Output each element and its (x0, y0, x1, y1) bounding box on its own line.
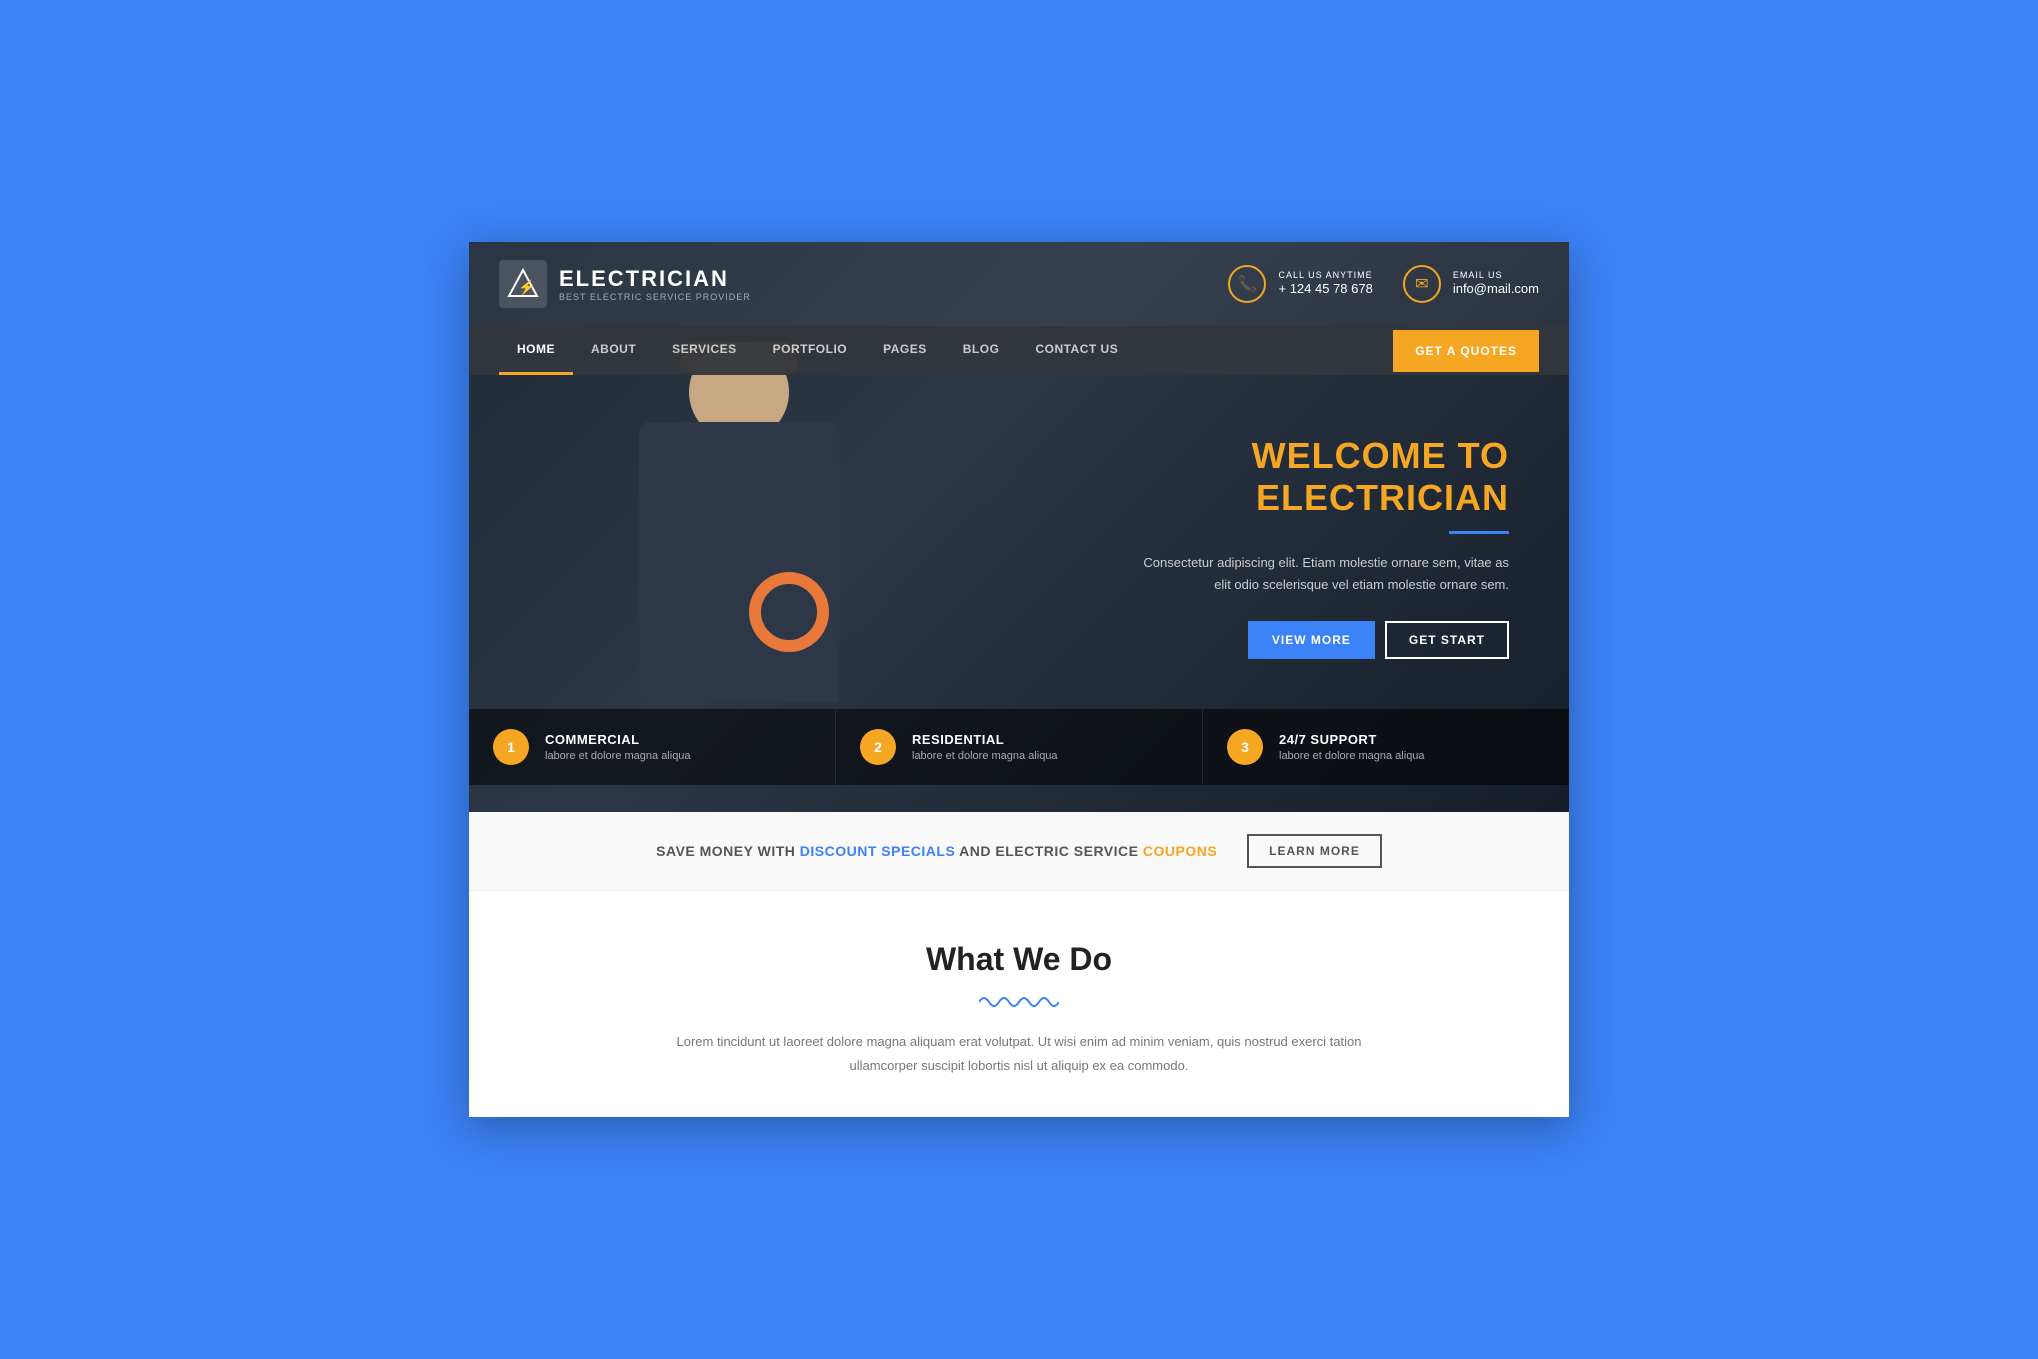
nav-cta-link[interactable]: GET A QUOTES (1393, 330, 1539, 372)
feature-num-3: 3 (1227, 729, 1263, 765)
header-contacts: 📞 CALL US ANYTIME + 124 45 78 678 ✉ EMAI… (1228, 265, 1539, 303)
hero-body: Consectetur adipiscing elit. Etiam moles… (1129, 552, 1509, 596)
what-we-do-body: Lorem tincidunt ut laoreet dolore magna … (669, 1030, 1369, 1077)
feature-text-2: RESIDENTIAL labore et dolore magna aliqu… (912, 732, 1058, 762)
nav-link-about[interactable]: ABOUT (573, 326, 654, 372)
contact-email: ✉ EMAIL US info@mail.com (1403, 265, 1539, 303)
cable-coil (749, 572, 829, 652)
nav-cta[interactable]: GET A QUOTES (1393, 330, 1539, 372)
banner-highlight2: COUPONS (1143, 843, 1217, 859)
nav-item-about[interactable]: ABOUT (573, 326, 654, 375)
feature-commercial: 1 COMMERCIAL labore et dolore magna aliq… (469, 709, 836, 785)
svg-text:⚡: ⚡ (518, 279, 535, 296)
nav-link-home[interactable]: HOME (499, 326, 573, 375)
wave-divider (509, 992, 1529, 1012)
nav-item-contact[interactable]: CONTACT US (1017, 326, 1136, 375)
hero-buttons: VIEW MORE GET START (1019, 621, 1509, 659)
site-name: ELECTRICIAN (559, 266, 751, 292)
banner-text-mid: AND ELECTRIC SERVICE (959, 843, 1143, 859)
learn-more-button[interactable]: LEARN MORE (1247, 834, 1382, 868)
header-top: ⚡ ELECTRICIAN BEST ELECTRIC SERVICE PROV… (469, 242, 1569, 326)
logo-icon: ⚡ (499, 260, 547, 308)
feature-num-1: 1 (493, 729, 529, 765)
logo-area: ⚡ ELECTRICIAN BEST ELECTRIC SERVICE PROV… (499, 260, 751, 308)
contact-phone: 📞 CALL US ANYTIME + 124 45 78 678 (1228, 265, 1372, 303)
worker-body (639, 422, 839, 702)
banner-before: SAVE MONEY WITH (656, 843, 800, 859)
feature-num-2: 2 (860, 729, 896, 765)
nav-item-pages[interactable]: PAGES (865, 326, 945, 375)
nav-link-contact[interactable]: CONTACT US (1017, 326, 1136, 372)
hero-features: 1 COMMERCIAL labore et dolore magna aliq… (469, 709, 1569, 785)
hero-underline (1449, 531, 1509, 534)
navbar: HOME ABOUT SERVICES PORTFOLIO PAGES BLOG (469, 326, 1569, 375)
feature-text-1: COMMERCIAL labore et dolore magna aliqua (545, 732, 691, 762)
phone-value: + 124 45 78 678 (1278, 281, 1372, 296)
feature-title-1: COMMERCIAL (545, 732, 691, 747)
site-tagline: BEST ELECTRIC SERVICE PROVIDER (559, 292, 751, 302)
what-we-do-heading: What We Do (509, 941, 1529, 978)
nav-item-portfolio[interactable]: PORTFOLIO (755, 326, 866, 375)
nav-item-home[interactable]: HOME (499, 326, 573, 375)
nav-link-pages[interactable]: PAGES (865, 326, 945, 372)
what-we-do-section: What We Do Lorem tincidunt ut laoreet do… (469, 891, 1569, 1117)
email-icon: ✉ (1403, 265, 1441, 303)
feature-desc-2: labore et dolore magna aliqua (912, 750, 1058, 762)
feature-title-3: 24/7 SUPPORT (1279, 732, 1425, 747)
hero-content: WELCOME TO ELECTRICIAN Consectetur adipi… (1019, 375, 1539, 659)
hero-heading-highlight: ELECTRICIAN (1256, 477, 1509, 518)
nav-item-blog[interactable]: BLOG (945, 326, 1018, 375)
nav-links: HOME ABOUT SERVICES PORTFOLIO PAGES BLOG (499, 326, 1136, 375)
banner-text: SAVE MONEY WITH DISCOUNT SPECIALS AND EL… (656, 843, 1217, 859)
phone-icon: 📞 (1228, 265, 1266, 303)
phone-text: CALL US ANYTIME + 124 45 78 678 (1278, 270, 1372, 298)
browser-window: ⚡ ELECTRICIAN BEST ELECTRIC SERVICE PROV… (469, 242, 1569, 1117)
view-more-button[interactable]: VIEW MORE (1248, 621, 1375, 659)
hero-section: ⚡ ELECTRICIAN BEST ELECTRIC SERVICE PROV… (469, 242, 1569, 812)
banner-highlight1: DISCOUNT SPECIALS (800, 843, 956, 859)
nav-link-blog[interactable]: BLOG (945, 326, 1018, 372)
feature-desc-3: labore et dolore magna aliqua (1279, 750, 1425, 762)
hero-heading-normal: WELCOME TO (1252, 435, 1509, 476)
feature-desc-1: labore et dolore magna aliqua (545, 750, 691, 762)
hero-heading: WELCOME TO ELECTRICIAN (1019, 435, 1509, 519)
logo-text: ELECTRICIAN BEST ELECTRIC SERVICE PROVID… (559, 266, 751, 302)
phone-label: CALL US ANYTIME (1278, 270, 1372, 280)
email-text: EMAIL US info@mail.com (1453, 270, 1539, 298)
feature-support: 3 24/7 SUPPORT labore et dolore magna al… (1203, 709, 1569, 785)
email-label: EMAIL US (1453, 270, 1539, 280)
feature-text-3: 24/7 SUPPORT labore et dolore magna aliq… (1279, 732, 1425, 762)
nav-item-services[interactable]: SERVICES (654, 326, 754, 375)
nav-link-services[interactable]: SERVICES (654, 326, 754, 372)
banner-strip: SAVE MONEY WITH DISCOUNT SPECIALS AND EL… (469, 812, 1569, 891)
get-start-button[interactable]: GET START (1385, 621, 1509, 659)
nav-link-portfolio[interactable]: PORTFOLIO (755, 326, 866, 372)
feature-title-2: RESIDENTIAL (912, 732, 1058, 747)
email-value: info@mail.com (1453, 281, 1539, 296)
feature-residential: 2 RESIDENTIAL labore et dolore magna ali… (836, 709, 1203, 785)
